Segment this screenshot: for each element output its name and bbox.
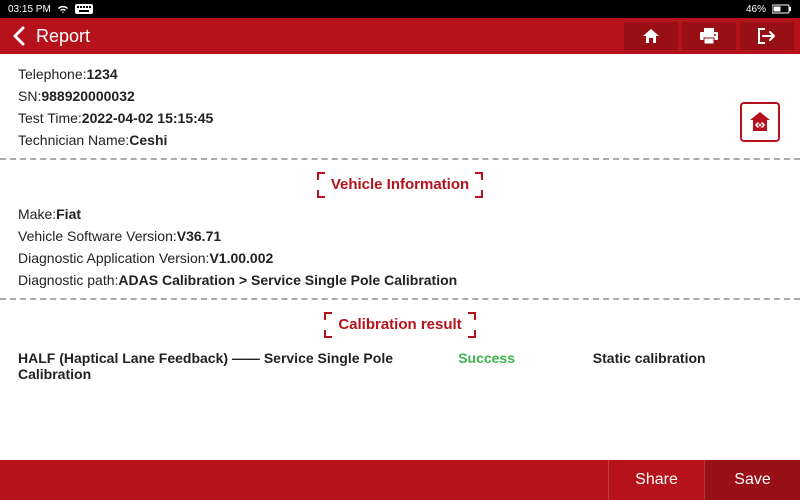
keyboard-icon — [75, 4, 93, 14]
report-content: Telephone:1234 SN:988920000032 Test Time… — [0, 54, 800, 460]
back-button[interactable] — [6, 24, 30, 48]
dav-value: V1.00.002 — [209, 250, 273, 266]
telephone-label: Telephone: — [18, 66, 87, 82]
vehicle-section-title: Vehicle Information — [331, 176, 469, 193]
calibration-section-title: Calibration result — [338, 316, 461, 333]
test-time-label: Test Time: — [18, 110, 82, 126]
calibration-section-header: Calibration result — [18, 314, 782, 336]
print-button[interactable] — [682, 22, 736, 50]
vsv-value: V36.71 — [177, 228, 221, 244]
diag-path-label: Diagnostic path: — [18, 272, 118, 288]
technician-value: Ceshi — [129, 132, 167, 148]
diag-path-value: ADAS Calibration > Service Single Pole C… — [118, 272, 457, 288]
battery-icon — [772, 4, 792, 14]
vsv-label: Vehicle Software Version: — [18, 228, 177, 244]
divider — [0, 298, 800, 300]
calibration-type: Static calibration — [593, 350, 782, 382]
dav-label: Diagnostic Application Version: — [18, 250, 209, 266]
system-status-bar: 03:15 PM 46% — [0, 0, 800, 18]
battery-percent: 46% — [746, 4, 766, 15]
app-bar: Report — [0, 18, 800, 54]
test-time-value: 2022-04-02 15:15:45 — [82, 110, 214, 126]
make-row: Make:Fiat — [18, 206, 782, 222]
footer-bar: Share Save — [0, 460, 800, 500]
sn-label: SN: — [18, 88, 41, 104]
sn-row: SN:988920000032 — [18, 88, 782, 104]
technician-label: Technician Name: — [18, 132, 129, 148]
telephone-value: 1234 — [87, 66, 118, 82]
calibration-status: Success — [458, 350, 573, 382]
vsv-row: Vehicle Software Version:V36.71 — [18, 228, 782, 244]
share-button[interactable]: Share — [608, 460, 704, 500]
diag-path-row: Diagnostic path:ADAS Calibration > Servi… — [18, 272, 782, 288]
divider — [0, 158, 800, 160]
home-button[interactable] — [624, 22, 678, 50]
exit-button[interactable] — [740, 22, 794, 50]
technician-row: Technician Name:Ceshi — [18, 132, 782, 148]
calibration-result-row: HALF (Haptical Lane Feedback) —— Service… — [18, 350, 782, 382]
vehicle-section-header: Vehicle Information — [18, 174, 782, 196]
calibration-item-name: HALF (Haptical Lane Feedback) —— Service… — [18, 350, 438, 382]
dav-row: Diagnostic Application Version:V1.00.002 — [18, 250, 782, 266]
clock: 03:15 PM — [8, 4, 51, 15]
test-time-row: Test Time:2022-04-02 15:15:45 — [18, 110, 782, 126]
page-title: Report — [36, 26, 90, 47]
sn-value: 988920000032 — [41, 88, 134, 104]
make-value: Fiat — [56, 206, 81, 222]
tools-home-badge[interactable] — [740, 102, 780, 142]
make-label: Make: — [18, 206, 56, 222]
save-button[interactable]: Save — [704, 460, 800, 500]
telephone-row: Telephone:1234 — [18, 66, 782, 82]
wifi-icon — [57, 4, 69, 14]
